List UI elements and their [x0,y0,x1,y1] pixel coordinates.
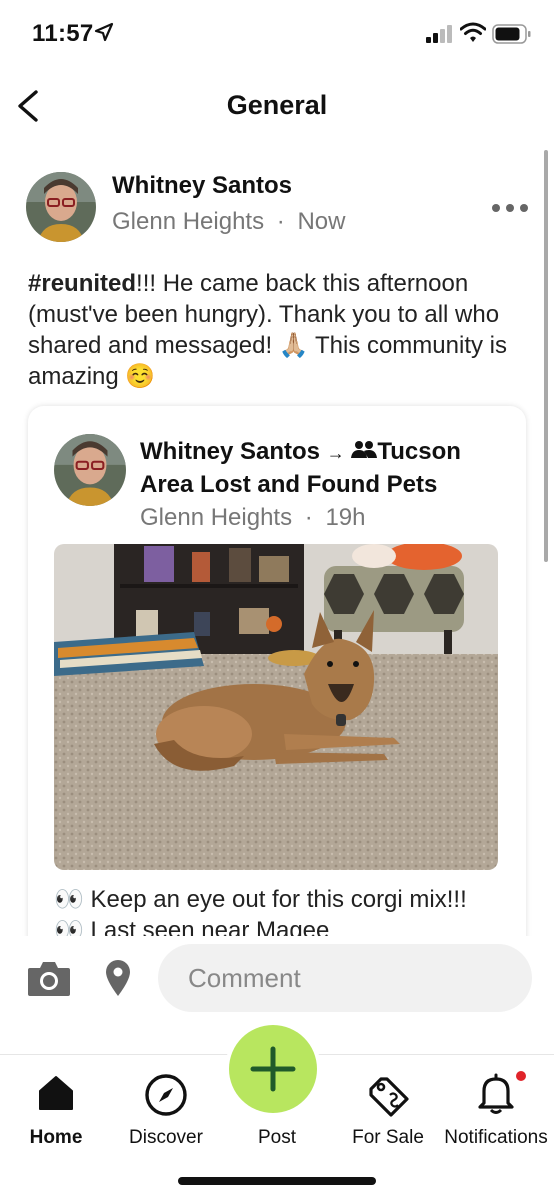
tab-home[interactable]: Home [8,1055,104,1165]
comment-input[interactable] [158,944,532,1012]
home-icon [39,1076,73,1110]
tab-for-sale-label: For Sale [352,1127,424,1148]
tab-discover[interactable]: Discover [116,1055,216,1165]
header: General [0,76,554,136]
page-title: General [226,90,328,120]
shared-author-avatar[interactable] [54,434,126,506]
price-tag-icon [369,1077,409,1117]
home-indicator[interactable] [178,1177,376,1185]
notification-badge [516,1071,526,1081]
avatar-photo [26,172,96,242]
shared-location[interactable]: Glenn Heights [140,504,292,531]
wifi-icon [460,22,486,42]
bottom-tab-bar: Home Discover Post For Sale Notification… [0,1025,554,1200]
post-button[interactable] [229,1025,317,1113]
post-meta: Glenn Heights · Now [112,208,345,236]
post-location[interactable]: Glenn Heights [112,208,264,235]
dog-photo[interactable] [54,544,498,870]
group-icon [351,441,378,458]
post-body: #reunited!!! He came back this afternoon… [28,268,528,392]
plus-icon [250,1046,296,1092]
bell-icon [478,1073,514,1114]
post-time: Now [297,208,346,235]
hashtag-link[interactable]: #reunited [28,270,136,297]
scrollbar[interactable] [544,150,548,562]
shared-post-title: Whitney Santos → Tucson Area Lost and Fo… [140,436,512,501]
shared-author-name[interactable]: Whitney Santos [140,438,320,465]
compass-icon [145,1074,187,1116]
location-pin-icon[interactable] [104,958,132,998]
tab-home-label: Home [29,1127,83,1148]
meta-separator: · [304,504,313,531]
tab-notifications[interactable]: Notifications [438,1055,554,1165]
author-avatar[interactable] [26,172,96,242]
shared-time: 19h [325,504,366,531]
shared-post-meta: Glenn Heights · 19h [140,504,365,532]
avatar-photo [54,434,126,506]
post-header: Whitney Santos Glenn Heights · Now [26,170,536,250]
dog-photo-image [54,544,498,870]
location-arrow-icon [94,22,114,42]
status-bar: 11:57 [0,0,554,70]
camera-icon[interactable] [26,958,72,998]
tab-post[interactable]: Post [226,1025,328,1165]
tab-post-label: Post [257,1127,297,1148]
author-name[interactable]: Whitney Santos [112,172,292,200]
more-options-icon[interactable] [488,200,532,216]
cellular-signal-icon [426,25,452,43]
tab-for-sale[interactable]: For Sale [342,1055,434,1165]
shared-post-card[interactable]: Whitney Santos → Tucson Area Lost and Fo… [28,406,526,1026]
battery-icon [492,24,531,44]
meta-separator: · [276,208,285,235]
tab-notifications-label: Notifications [444,1127,548,1148]
shared-arrow: → [326,443,345,463]
status-time: 11:57 [32,20,94,47]
tab-discover-label: Discover [129,1127,203,1148]
